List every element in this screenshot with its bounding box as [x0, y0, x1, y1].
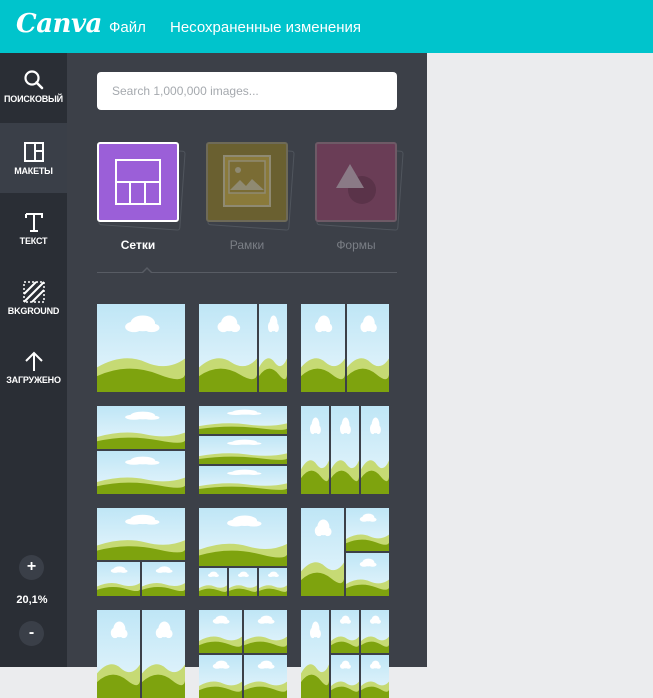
- grid-layout-thumbnail[interactable]: [97, 508, 185, 596]
- category-shapes[interactable]: [315, 142, 397, 222]
- sidebar-item-text[interactable]: ТЕКСТ: [0, 211, 67, 281]
- grid-layout-thumbnail[interactable]: [301, 406, 389, 494]
- grid-layout-thumbnail[interactable]: [97, 304, 185, 392]
- zoom-level: 20,1%: [16, 594, 48, 606]
- sidebar-item-label: BKGROUND: [7, 306, 60, 316]
- sidebar-item-layouts[interactable]: МАКЕТЫ: [0, 123, 67, 193]
- search-input[interactable]: Search 1,000,000 images...: [97, 72, 397, 110]
- design-canvas[interactable]: [427, 53, 653, 667]
- grid-layout-thumbnail[interactable]: [301, 304, 389, 392]
- grid-cell-image: [199, 508, 287, 566]
- grid-cell-image: [301, 610, 329, 698]
- grid-cell-image: [229, 568, 257, 596]
- sidebar-item-label: ЗАГРУЖЕНО: [6, 375, 61, 385]
- grid-cell-image: [331, 406, 359, 494]
- shapes-icon: [336, 164, 376, 204]
- unsaved-status: Несохраненные изменения: [170, 19, 362, 36]
- grid-cell-image: [331, 655, 359, 698]
- grid-cell-image: [97, 610, 140, 698]
- category-label-shapes: Формы: [336, 238, 376, 252]
- grid-layout-thumbnail[interactable]: [199, 610, 287, 698]
- text-icon: [24, 213, 43, 232]
- sidebar-item-background[interactable]: BKGROUND: [0, 281, 67, 351]
- grid-cell-image: [361, 406, 389, 494]
- sidebar-item-label: ТЕКСТ: [19, 236, 48, 246]
- sidebar-item-label: МАКЕТЫ: [14, 166, 53, 176]
- top-bar: Canva Файл Несохраненные изменения: [0, 0, 653, 53]
- grid-cell-image: [259, 568, 287, 596]
- sidebar-item-uploads[interactable]: ЗАГРУЖЕНО: [0, 350, 67, 420]
- side-rail: ПОИСКОВЫЙ МАКЕТЫ ТЕКСТ BKGROUND ЗАГРУЖЕН…: [0, 53, 67, 667]
- grid-cell-image: [331, 610, 359, 653]
- file-menu[interactable]: Файл: [109, 19, 146, 36]
- grid-layout-thumbnail[interactable]: [199, 304, 287, 392]
- grid-cell-image: [97, 508, 185, 560]
- zoom-in-button[interactable]: +: [19, 555, 44, 580]
- grid-cell-image: [199, 610, 242, 653]
- zoom-out-button[interactable]: -: [19, 621, 44, 646]
- grid-cell-image: [244, 610, 287, 653]
- grid-cell-image: [347, 304, 389, 392]
- canva-logo[interactable]: Canva: [16, 9, 102, 39]
- grid-layout-thumbnail[interactable]: [97, 406, 185, 494]
- frame-icon: [223, 155, 271, 207]
- grid-cell-image: [199, 655, 242, 698]
- grid-cell-image: [301, 304, 345, 392]
- grid-cell-image: [346, 553, 389, 596]
- category-label-grids: Сетки: [120, 238, 156, 252]
- grid-cell-image: [361, 655, 389, 698]
- grid-cell-image: [301, 406, 329, 494]
- grid-cell-image: [199, 466, 287, 494]
- grid-layout-thumbnail[interactable]: [301, 610, 389, 698]
- grid-cell-image: [142, 562, 185, 596]
- upload-arrow-icon: [24, 351, 43, 371]
- grid-cell-image: [97, 406, 185, 449]
- grid-cell-image: [301, 508, 344, 596]
- grid-cell-image: [346, 508, 389, 551]
- grid-layout-thumbnail[interactable]: [199, 406, 287, 494]
- grid-cell-image: [97, 562, 140, 596]
- search-icon: [23, 70, 43, 90]
- grid-layout-thumbnail[interactable]: [97, 610, 185, 698]
- grid-cell-image: [97, 451, 185, 494]
- grid-cell-image: [199, 568, 227, 596]
- layouts-panel: Search 1,000,000 images... Сетки Рамки Ф…: [67, 53, 427, 698]
- category-frames[interactable]: [206, 142, 288, 222]
- grid-cell-image: [199, 304, 257, 392]
- grid-cell-image: [244, 655, 287, 698]
- category-label-frames: Рамки: [229, 238, 265, 252]
- grid-cell-image: [199, 436, 287, 464]
- grid-layout-thumbnail[interactable]: [199, 508, 287, 596]
- sidebar-item-label: ПОИСКОВЫЙ: [4, 94, 63, 104]
- grid-icon: [115, 159, 161, 205]
- grid-cell-image: [259, 304, 287, 392]
- category-grids[interactable]: [97, 142, 179, 222]
- grid-cell-image: [199, 406, 287, 434]
- grid-cell-image: [361, 610, 389, 653]
- grid-cell-image: [97, 304, 185, 392]
- background-icon: [22, 281, 45, 303]
- layouts-icon: [23, 142, 44, 162]
- grid-cell-image: [142, 610, 185, 698]
- grid-layout-thumbnail[interactable]: [301, 508, 389, 596]
